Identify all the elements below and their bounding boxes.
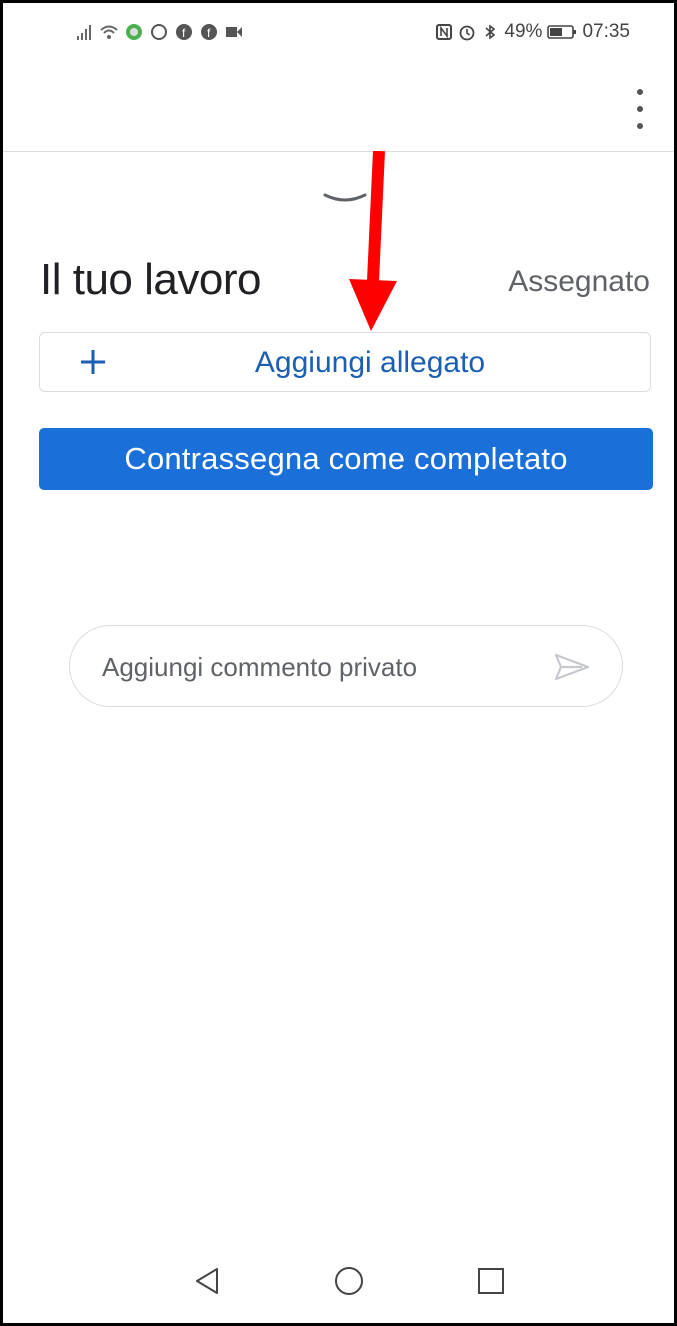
clock: 07:35: [582, 21, 630, 42]
add-attachment-button[interactable]: Aggiungi allegato: [39, 332, 651, 392]
work-title: Il tuo lavoro: [40, 255, 261, 304]
more-vert-icon[interactable]: [628, 89, 652, 129]
alarm-icon: [460, 25, 475, 41]
facebook-icon: f: [201, 24, 217, 40]
system-nav-bar: [3, 1243, 674, 1323]
screen-frame: f f 49% 07:35 Il tuo lavoro Assegnato Ag…: [0, 0, 677, 1326]
add-attachment-label: Aggiungi allegato: [254, 346, 486, 379]
assignment-status: Assegnato: [508, 265, 650, 298]
home-icon[interactable]: [329, 1261, 369, 1301]
mark-complete-button[interactable]: Contrassegna come completato: [39, 428, 653, 490]
app-bar: [3, 65, 674, 152]
status-bar: f f 49% 07:35: [3, 3, 674, 65]
whatsapp-icon: [151, 24, 167, 40]
recents-icon[interactable]: [471, 1261, 511, 1301]
status-bar-right: 49% 07:35: [435, 21, 630, 43]
signal-icon: [77, 25, 91, 40]
battery-percentage: 49%: [504, 21, 543, 42]
nfc-icon: [436, 24, 453, 40]
status-bar-left: f f: [75, 23, 243, 41]
back-icon[interactable]: [187, 1261, 227, 1301]
annotation-arrow: [349, 151, 397, 331]
app-icon: [126, 24, 142, 40]
video-icon: [226, 27, 242, 37]
private-comment-input[interactable]: [100, 646, 534, 688]
private-comment-box: [69, 625, 623, 707]
bluetooth-icon: [485, 24, 496, 40]
battery-icon: [547, 25, 577, 39]
send-icon[interactable]: [552, 652, 592, 682]
wifi-icon: [100, 25, 118, 39]
facebook-icon: f: [176, 24, 192, 40]
